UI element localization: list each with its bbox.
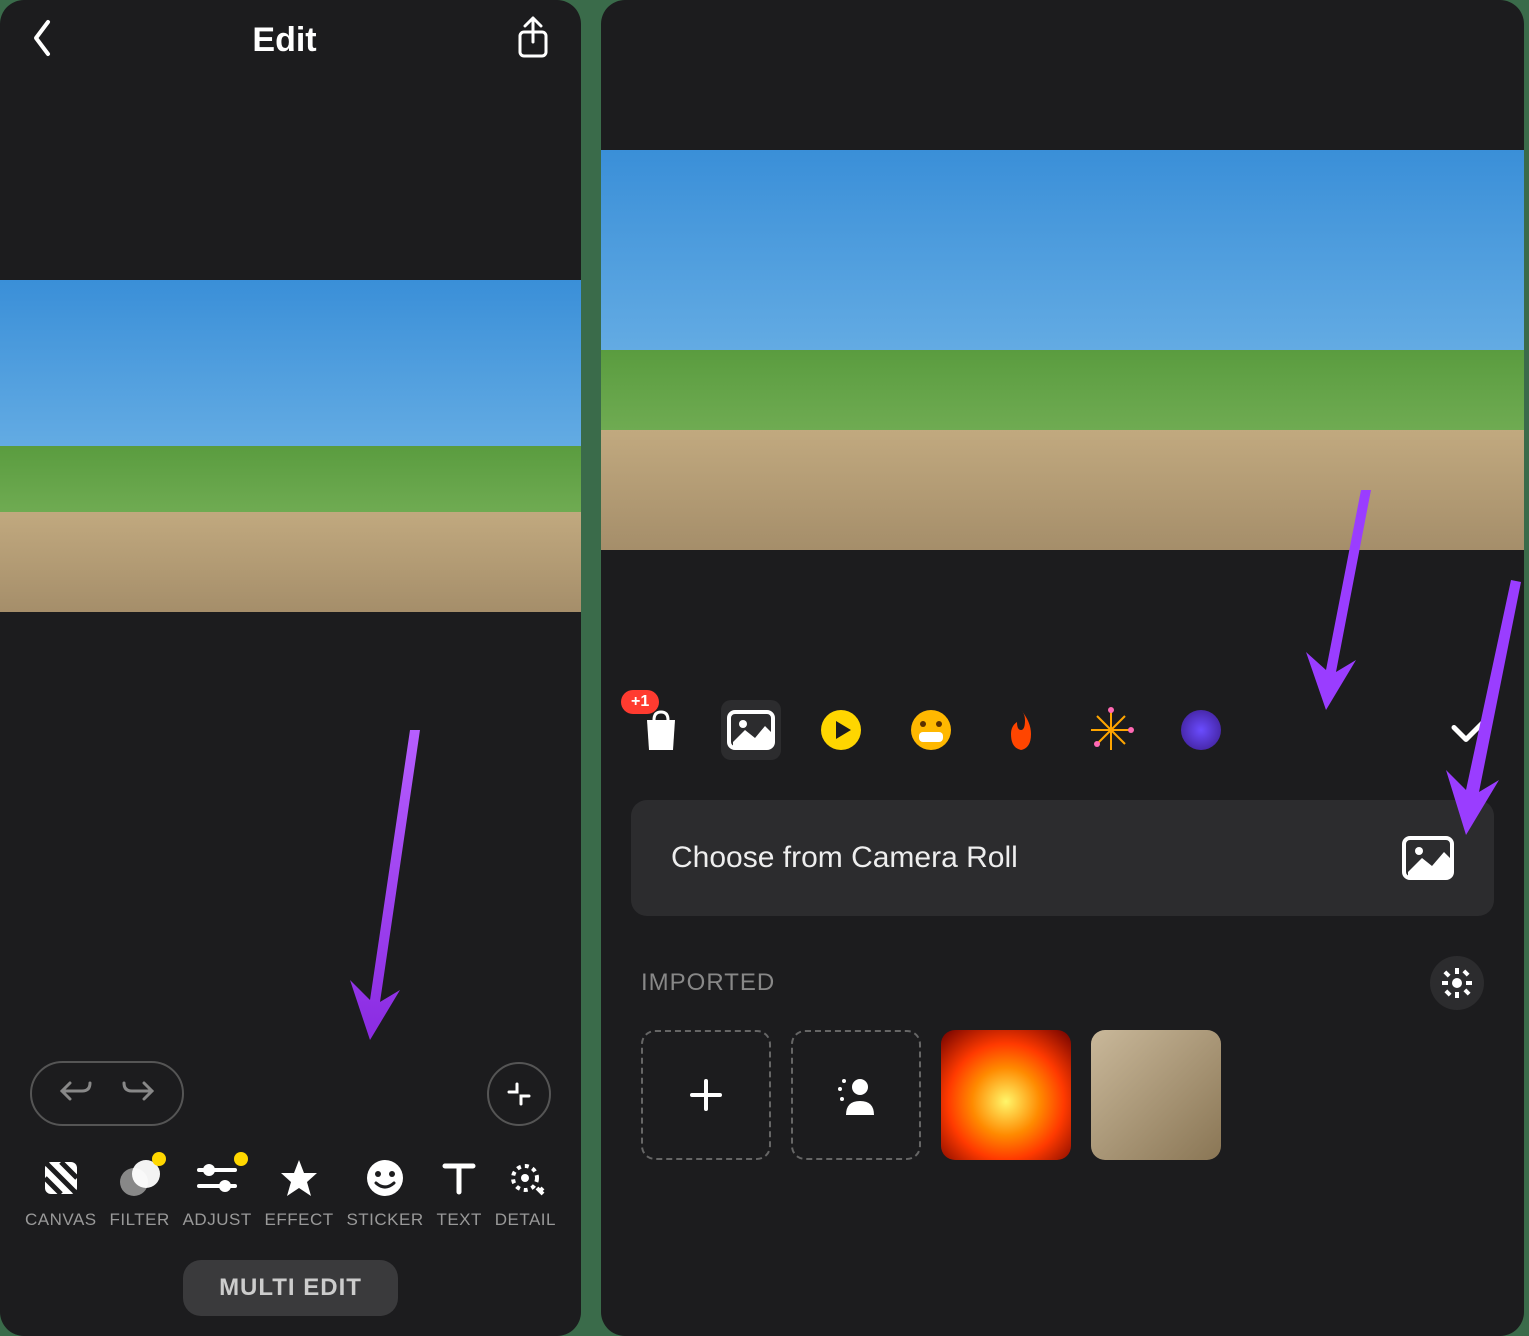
category-gallery[interactable] bbox=[721, 700, 781, 760]
confirm-button[interactable] bbox=[1430, 710, 1494, 751]
category-flame[interactable] bbox=[991, 700, 1051, 760]
multi-edit-button[interactable]: MULTI EDIT bbox=[183, 1260, 398, 1316]
play-icon bbox=[819, 708, 863, 752]
right-phone-sticker-screen: +1 Choose from Camera Roll bbox=[601, 0, 1524, 1336]
camera-roll-label: Choose from Camera Roll bbox=[671, 841, 1018, 875]
imported-sticker-1[interactable] bbox=[941, 1030, 1071, 1160]
notification-dot bbox=[152, 1152, 166, 1166]
tool-label: TEXT bbox=[436, 1210, 481, 1230]
tool-label: CANVAS bbox=[25, 1210, 97, 1230]
tool-filter[interactable]: FILTER bbox=[109, 1156, 169, 1230]
imported-sticker-grid bbox=[601, 1030, 1524, 1160]
flame-icon bbox=[1003, 708, 1039, 752]
share-button[interactable] bbox=[515, 16, 551, 65]
tool-row: CANVAS FILTER ADJUST EFFECT bbox=[20, 1156, 561, 1230]
tool-canvas[interactable]: CANVAS bbox=[25, 1156, 97, 1230]
tool-text[interactable]: TEXT bbox=[436, 1156, 481, 1230]
canvas-icon bbox=[39, 1156, 83, 1200]
header-bar: Edit bbox=[0, 0, 581, 80]
plus-icon bbox=[686, 1075, 726, 1115]
add-sticker-slot[interactable] bbox=[641, 1030, 771, 1160]
redo-button[interactable] bbox=[122, 1077, 154, 1110]
page-title: Edit bbox=[252, 21, 316, 60]
collapse-button[interactable] bbox=[487, 1062, 551, 1126]
text-icon bbox=[437, 1156, 481, 1200]
category-fireworks[interactable] bbox=[1081, 700, 1141, 760]
person-cutout-icon bbox=[836, 1073, 876, 1117]
tool-effect[interactable]: EFFECT bbox=[265, 1156, 334, 1230]
left-phone-edit-screen: Edit bbox=[0, 0, 581, 1336]
tool-label: ADJUST bbox=[183, 1210, 252, 1230]
tool-detail[interactable]: DETAIL bbox=[495, 1156, 556, 1230]
imported-label: IMPORTED bbox=[641, 969, 775, 997]
undo-button[interactable] bbox=[60, 1077, 92, 1110]
smiley-icon bbox=[363, 1156, 407, 1200]
undo-redo-pill bbox=[30, 1061, 184, 1126]
photo-preview[interactable] bbox=[0, 280, 581, 612]
back-button[interactable] bbox=[30, 18, 54, 63]
imported-section-header: IMPORTED bbox=[601, 936, 1524, 1030]
photo-preview[interactable] bbox=[601, 150, 1524, 550]
sticker-category-row: +1 bbox=[601, 680, 1524, 780]
tool-label: DETAIL bbox=[495, 1210, 556, 1230]
cutout-sticker-slot[interactable] bbox=[791, 1030, 921, 1160]
fireworks-icon bbox=[1087, 706, 1135, 754]
adjust-icon bbox=[195, 1156, 239, 1200]
settings-button[interactable] bbox=[1430, 956, 1484, 1010]
category-shop[interactable]: +1 bbox=[631, 700, 691, 760]
star-icon bbox=[277, 1156, 321, 1200]
checkmark-icon bbox=[1450, 710, 1494, 746]
detail-icon bbox=[503, 1156, 547, 1200]
tool-label: FILTER bbox=[109, 1210, 169, 1230]
category-play[interactable] bbox=[811, 700, 871, 760]
tool-label: STICKER bbox=[346, 1210, 423, 1230]
gallery-icon bbox=[727, 710, 775, 750]
gear-icon bbox=[1442, 968, 1472, 998]
tool-label: EFFECT bbox=[265, 1210, 334, 1230]
shopping-bag-icon bbox=[641, 708, 681, 752]
tool-sticker[interactable]: STICKER bbox=[346, 1156, 423, 1230]
notification-dot bbox=[234, 1152, 248, 1166]
category-more[interactable] bbox=[1171, 700, 1231, 760]
grin-emoji-icon bbox=[909, 708, 953, 752]
choose-camera-roll-button[interactable]: Choose from Camera Roll bbox=[631, 800, 1494, 916]
imported-sticker-2[interactable] bbox=[1091, 1030, 1221, 1160]
bottom-controls: CANVAS FILTER ADJUST EFFECT bbox=[0, 1041, 581, 1336]
category-emoji[interactable] bbox=[901, 700, 961, 760]
image-icon bbox=[1402, 836, 1454, 880]
shop-badge: +1 bbox=[621, 690, 659, 714]
tool-adjust[interactable]: ADJUST bbox=[183, 1156, 252, 1230]
